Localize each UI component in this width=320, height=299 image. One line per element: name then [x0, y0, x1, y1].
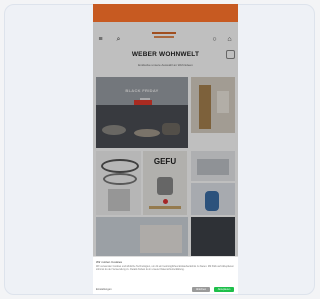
mobile-page: ≡ ⌕ ○ ⌂ WEBER WOHNWELT Entdecke unsere A… — [93, 4, 238, 294]
status-bar — [93, 4, 238, 22]
cookie-body: Wir verwenden Cookies und ähnliche Techn… — [96, 265, 234, 271]
accept-label: Akzeptieren — [217, 288, 231, 291]
cookie-settings-link[interactable]: Einstellungen — [96, 288, 112, 291]
cookie-banner: Wir nutzen Cookies Wir verwenden Cookies… — [93, 256, 238, 294]
modal-overlay — [93, 22, 238, 294]
decline-button[interactable]: Ablehnen — [192, 287, 210, 292]
cookie-title: Wir nutzen Cookies — [96, 260, 123, 264]
accept-button[interactable]: Akzeptieren — [214, 287, 234, 292]
decline-label: Ablehnen — [195, 288, 207, 291]
